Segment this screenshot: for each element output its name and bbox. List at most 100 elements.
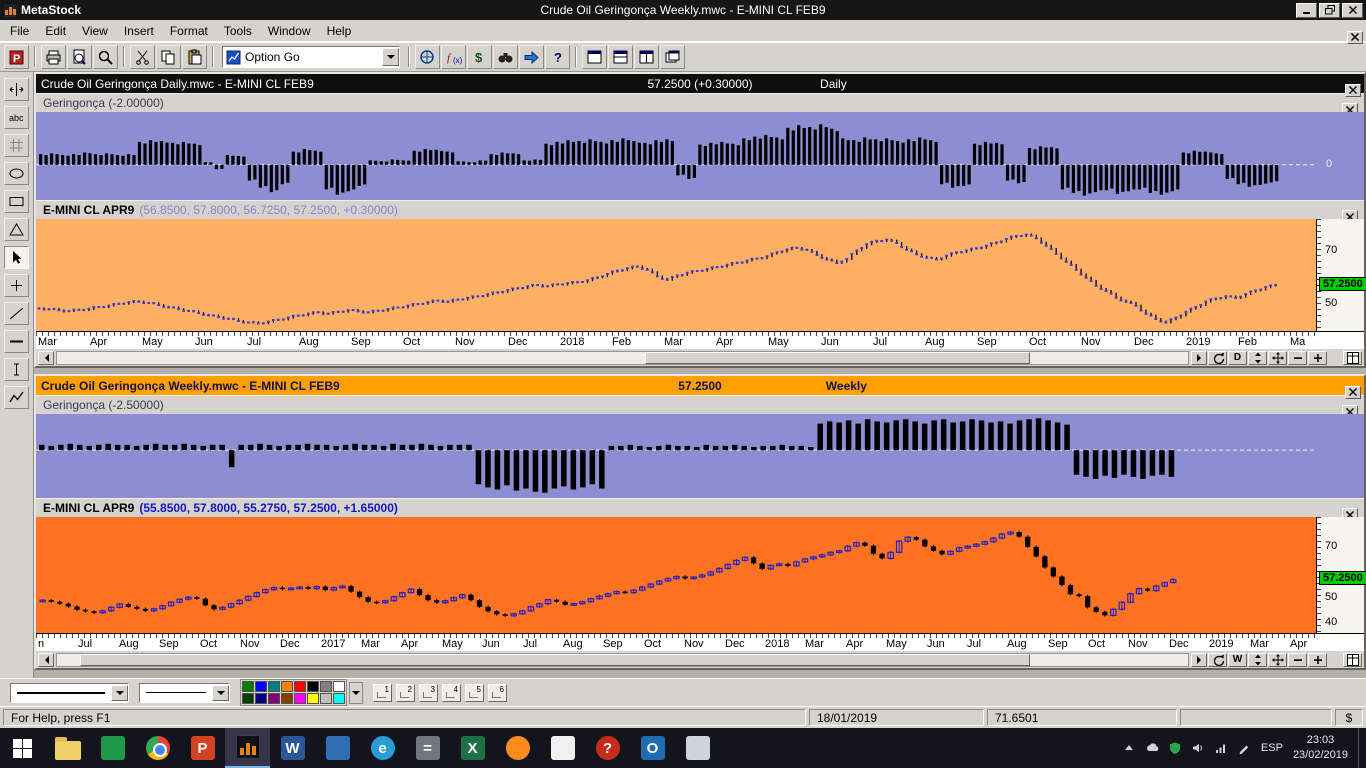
weekly-scroll-thumb[interactable] xyxy=(80,654,1030,666)
menu-file[interactable]: File xyxy=(2,21,37,41)
teams-app-icon[interactable] xyxy=(315,728,360,768)
weekly-window-titlebar[interactable]: Crude Oil Geringonça Weekly.mwc - E-MINI… xyxy=(36,376,1364,395)
weekly-zoom-out-button[interactable] xyxy=(1288,653,1307,667)
tray-expand-icon[interactable] xyxy=(1122,741,1136,755)
network-icon[interactable] xyxy=(1214,741,1228,755)
color-dropdown-icon[interactable] xyxy=(349,682,363,704)
explorer-button[interactable] xyxy=(415,45,440,69)
cascade-windows-button[interactable] xyxy=(660,45,685,69)
app-minimize-button[interactable] xyxy=(1296,3,1317,18)
palette-color-9[interactable] xyxy=(242,693,254,704)
daily-scroll-thumb[interactable] xyxy=(645,352,1030,364)
daily-scroll-left-button[interactable] xyxy=(38,351,54,365)
palette-color-2[interactable] xyxy=(255,681,267,692)
weekly-window-close-button[interactable] xyxy=(1345,386,1361,399)
new-window-button[interactable] xyxy=(582,45,607,69)
excel-icon[interactable]: X xyxy=(450,728,495,768)
layout-preset-2-button[interactable]: 2 xyxy=(396,684,415,702)
start-button[interactable] xyxy=(0,728,45,768)
app-close-button[interactable] xyxy=(1342,3,1363,18)
cut-button[interactable] xyxy=(130,45,155,69)
daily-window-titlebar[interactable]: Crude Oil Geringonça Daily.mwc - E-MINI … xyxy=(36,74,1364,93)
weekly-fit-vertical-button[interactable] xyxy=(1248,653,1267,667)
tile-horizontal-button[interactable] xyxy=(608,45,633,69)
menu-view[interactable]: View xyxy=(74,21,116,41)
show-desktop-button[interactable] xyxy=(1358,728,1362,768)
weekly-price-chart[interactable] xyxy=(36,517,1316,633)
downloader-button[interactable] xyxy=(519,45,544,69)
palette-color-15[interactable] xyxy=(320,693,332,704)
ellipse-tool[interactable] xyxy=(4,162,29,185)
palette-color-3[interactable] xyxy=(268,681,280,692)
scanner-button[interactable] xyxy=(493,45,518,69)
daily-rescale-button[interactable] xyxy=(1208,351,1227,365)
palette-color-4[interactable] xyxy=(281,681,293,692)
app-titlebar[interactable]: MetaStock Crude Oil Geringonça Weekly.mw… xyxy=(0,0,1366,20)
panel-splitter-tool[interactable] xyxy=(4,78,29,101)
palette-color-7[interactable] xyxy=(320,681,332,692)
weekly-scroll-right-button[interactable] xyxy=(1191,653,1207,667)
weekly-data-sheet-button[interactable] xyxy=(1343,653,1362,667)
palette-color-8[interactable] xyxy=(333,681,345,692)
paste-button[interactable] xyxy=(182,45,207,69)
palette-color-14[interactable] xyxy=(307,693,319,704)
print-preview-button[interactable] xyxy=(67,45,92,69)
layout-preset-3-button[interactable]: 3 xyxy=(419,684,438,702)
daily-data-sheet-button[interactable] xyxy=(1343,351,1362,365)
daily-window-close-button[interactable] xyxy=(1345,84,1361,97)
palette-color-6[interactable] xyxy=(307,681,319,692)
calculator-icon[interactable]: = xyxy=(405,728,450,768)
daily-pan-button[interactable] xyxy=(1268,351,1287,365)
text-editor-icon[interactable] xyxy=(675,728,720,768)
toolbox-combo[interactable]: Option Go xyxy=(222,46,400,68)
outlook-icon[interactable]: O xyxy=(630,728,675,768)
palette-color-11[interactable] xyxy=(268,693,280,704)
daily-scroll-right-button[interactable] xyxy=(1191,351,1207,365)
line-style-dropdown-icon[interactable] xyxy=(111,685,128,701)
layout-preset-6-button[interactable]: 6 xyxy=(488,684,507,702)
toolbox-combo-dropdown-icon[interactable] xyxy=(382,48,399,66)
menu-window[interactable]: Window xyxy=(260,21,319,41)
menu-edit[interactable]: Edit xyxy=(37,21,74,41)
weekly-periodicity-button[interactable]: W xyxy=(1228,653,1247,667)
rectangle-tool[interactable] xyxy=(4,190,29,213)
palette-color-16[interactable] xyxy=(333,693,345,704)
file-explorer-icon[interactable] xyxy=(45,728,90,768)
power-console-button[interactable]: P xyxy=(4,45,29,69)
line-style-combo[interactable] xyxy=(10,683,129,703)
expert-advisor-button[interactable]: $ xyxy=(467,45,492,69)
firefox-icon[interactable] xyxy=(495,728,540,768)
menu-insert[interactable]: Insert xyxy=(116,21,162,41)
app-restore-button[interactable] xyxy=(1319,3,1340,18)
language-indicator[interactable]: ESP xyxy=(1261,742,1283,754)
menu-format[interactable]: Format xyxy=(162,21,216,41)
select-tool[interactable] xyxy=(4,246,29,269)
weekly-indicator-header[interactable]: Geringonça (-2.50000) xyxy=(36,395,1364,414)
print-button[interactable] xyxy=(41,45,66,69)
trendline-tool[interactable] xyxy=(4,302,29,325)
indicator-builder-button[interactable]: f(x) xyxy=(441,45,466,69)
layout-preset-1-button[interactable]: 1 xyxy=(373,684,392,702)
palette-color-10[interactable] xyxy=(255,693,267,704)
menu-help[interactable]: Help xyxy=(319,21,360,41)
line-weight-dropdown-icon[interactable] xyxy=(212,685,229,701)
volume-icon[interactable] xyxy=(1191,741,1205,755)
weekly-scroll-track[interactable] xyxy=(56,653,1189,667)
taskbar-clock[interactable]: 23:03 23/02/2019 xyxy=(1293,733,1348,763)
zoom-button[interactable] xyxy=(93,45,118,69)
daily-zoom-in-button[interactable] xyxy=(1308,351,1327,365)
pen-icon[interactable] xyxy=(1237,741,1251,755)
weekly-zoom-in-button[interactable] xyxy=(1308,653,1327,667)
powerpoint-icon[interactable]: P xyxy=(180,728,225,768)
daily-periodicity-button[interactable]: D xyxy=(1228,351,1247,365)
palette-color-13[interactable] xyxy=(294,693,306,704)
word-icon[interactable]: W xyxy=(270,728,315,768)
text-cursor-tool[interactable] xyxy=(4,358,29,381)
triangle-tool[interactable] xyxy=(4,218,29,241)
copy-button[interactable] xyxy=(156,45,181,69)
weekly-scroll-left-button[interactable] xyxy=(38,653,54,667)
weekly-pan-button[interactable] xyxy=(1268,653,1287,667)
freehand-tool[interactable] xyxy=(4,386,29,409)
weekly-indicator-chart[interactable] xyxy=(36,414,1316,498)
daily-indicator-header[interactable]: Geringonça (-2.00000) xyxy=(36,93,1364,112)
